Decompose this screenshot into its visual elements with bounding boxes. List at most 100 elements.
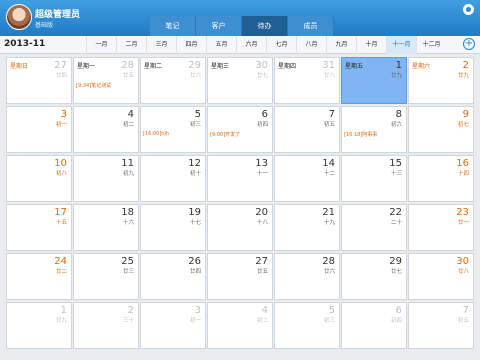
todo-item[interactable]: [16:00]hjh xyxy=(143,131,169,137)
month-tab[interactable]: 十一月 xyxy=(386,36,416,54)
day-number: 28 xyxy=(322,256,335,267)
calendar-day-cell[interactable]: 2 三十 xyxy=(73,302,139,349)
month-tab[interactable]: 十二月 xyxy=(416,36,446,54)
calendar-day-cell[interactable]: 25 廿三 xyxy=(73,253,139,300)
day-number: 3 xyxy=(60,109,67,120)
app-header: 超级管理员 基础版 笔记 客户 待办 成员 xyxy=(0,0,480,36)
day-number: 13 xyxy=(255,158,268,169)
lunar-date: 初十 xyxy=(189,171,201,177)
tab-todo[interactable]: 待办 xyxy=(242,16,288,36)
day-number: 11 xyxy=(121,158,134,169)
lunar-date: 三十 xyxy=(122,318,134,324)
month-tab[interactable]: 六月 xyxy=(236,36,266,54)
month-tab[interactable]: 七月 xyxy=(266,36,296,54)
month-tab[interactable]: 五月 xyxy=(206,36,236,54)
lunar-date: 十九 xyxy=(323,220,335,226)
calendar-day-cell[interactable]: 星期三 30 廿七 xyxy=(207,57,273,104)
day-number: 6 xyxy=(395,305,402,316)
calendar-day-cell[interactable]: 星期日 27 廿四 xyxy=(6,57,72,104)
calendar-day-cell[interactable]: 23 廿一 xyxy=(408,204,474,251)
calendar-day-cell[interactable]: 29 廿七 xyxy=(341,253,407,300)
calendar-day-cell[interactable]: 4 初二 xyxy=(73,106,139,153)
calendar-day-cell[interactable]: 14 十二 xyxy=(274,155,340,202)
calendar-day-cell[interactable]: 3 初一 xyxy=(6,106,72,153)
lunar-date: 廿七 xyxy=(390,269,402,275)
calendar-day-cell[interactable]: 27 廿五 xyxy=(207,253,273,300)
calendar-day-cell[interactable]: 7 初五 xyxy=(274,106,340,153)
day-number: 30 xyxy=(456,256,469,267)
calendar-day-cell[interactable]: 17 十五 xyxy=(6,204,72,251)
day-number: 29 xyxy=(389,256,402,267)
day-number: 7 xyxy=(328,109,335,120)
calendar-day-cell[interactable]: 19 十七 xyxy=(140,204,206,251)
calendar-day-cell[interactable]: 20 十八 xyxy=(207,204,273,251)
calendar-day-cell[interactable]: 7 初五 xyxy=(408,302,474,349)
todo-item[interactable]: [16:18]阿事事 xyxy=(344,131,377,138)
day-number: 5 xyxy=(328,305,335,316)
lunar-date: 廿四 xyxy=(55,73,67,79)
calendar-day-cell[interactable]: 4 初二 xyxy=(207,302,273,349)
calendar-day-cell[interactable]: 24 廿二 xyxy=(6,253,72,300)
lunar-date: 初三 xyxy=(323,318,335,324)
day-number: 18 xyxy=(121,207,134,218)
calendar-day-cell[interactable]: 星期四 31 廿八 xyxy=(274,57,340,104)
calendar-day-cell[interactable]: 5 初三 xyxy=(274,302,340,349)
lunar-date: 廿六 xyxy=(323,269,335,275)
calendar-day-cell[interactable]: 26 廿四 xyxy=(140,253,206,300)
calendar-day-cell[interactable]: 13 十一 xyxy=(207,155,273,202)
lunar-date: 初一 xyxy=(189,318,201,324)
calendar-day-cell[interactable]: 星期二 29 廿六 xyxy=(140,57,206,104)
month-tab[interactable]: 十月 xyxy=(356,36,386,54)
lunar-date: 廿三 xyxy=(122,269,134,275)
day-number: 2 xyxy=(127,305,134,316)
todo-item[interactable]: [9:00]开发了 xyxy=(210,131,240,138)
month-tab[interactable]: 四月 xyxy=(176,36,206,54)
lunar-date: 廿七 xyxy=(256,73,268,79)
lunar-date: 廿八 xyxy=(323,73,335,79)
calendar-day-cell[interactable]: 5 初三 [16:00]hjh xyxy=(140,106,206,153)
calendar-day-cell[interactable]: 星期一 28 廿五 [9:34]笔记测试 xyxy=(73,57,139,104)
weekday-label: 星期一 xyxy=(77,63,96,70)
calendar-day-cell[interactable]: 3 初一 xyxy=(140,302,206,349)
calendar-day-cell[interactable]: 10 初八 xyxy=(6,155,72,202)
calendar-day-cell[interactable]: 星期六 2 廿九 xyxy=(408,57,474,104)
day-number: 31 xyxy=(322,60,335,71)
day-number: 8 xyxy=(395,109,402,120)
day-number: 2 xyxy=(462,60,469,71)
calendar-day-cell[interactable]: 18 十六 xyxy=(73,204,139,251)
calendar-day-cell[interactable]: 1 廿九 xyxy=(6,302,72,349)
avatar[interactable] xyxy=(6,4,32,30)
calendar-day-cell[interactable]: 11 初九 xyxy=(73,155,139,202)
calendar-day-cell[interactable]: 9 初七 xyxy=(408,106,474,153)
day-number: 19 xyxy=(188,207,201,218)
calendar-day-cell[interactable]: 8 初六 [16:18]阿事事 xyxy=(341,106,407,153)
calendar-day-cell[interactable]: 28 廿六 xyxy=(274,253,340,300)
tab-customers[interactable]: 客户 xyxy=(196,16,242,36)
tab-notes[interactable]: 笔记 xyxy=(150,16,196,36)
calendar-day-cell[interactable]: 6 初四 [9:00]开发了 xyxy=(207,106,273,153)
calendar-day-cell[interactable]: 15 十三 xyxy=(341,155,407,202)
calendar-day-cell[interactable]: 21 十九 xyxy=(274,204,340,251)
calendar-day-cell[interactable]: 16 十四 xyxy=(408,155,474,202)
lunar-date: 初六 xyxy=(390,122,402,128)
month-tab[interactable]: 八月 xyxy=(296,36,326,54)
lunar-date: 十七 xyxy=(189,220,201,226)
month-tab[interactable]: 三月 xyxy=(146,36,176,54)
calendar-day-cell[interactable]: 星期五 1 廿九 xyxy=(341,57,407,104)
lunar-date: 十五 xyxy=(55,220,67,226)
weekday-label: 星期日 xyxy=(10,63,29,70)
day-number: 1 xyxy=(395,60,402,71)
calendar-day-cell[interactable]: 6 初四 xyxy=(341,302,407,349)
tab-members[interactable]: 成员 xyxy=(288,16,334,36)
calendar-day-cell[interactable]: 22 二十 xyxy=(341,204,407,251)
settings-icon[interactable] xyxy=(463,4,474,15)
lunar-date: 廿六 xyxy=(189,73,201,79)
month-tab[interactable]: 九月 xyxy=(326,36,356,54)
calendar-day-cell[interactable]: 30 廿八 xyxy=(408,253,474,300)
month-tab[interactable]: 一月 xyxy=(86,36,116,54)
calendar-day-cell[interactable]: 12 初十 xyxy=(140,155,206,202)
day-number: 4 xyxy=(127,109,134,120)
todo-item[interactable]: [9:34]笔记测试 xyxy=(76,82,111,89)
month-tab[interactable]: 二月 xyxy=(116,36,146,54)
add-todo-button[interactable]: + xyxy=(463,38,475,50)
